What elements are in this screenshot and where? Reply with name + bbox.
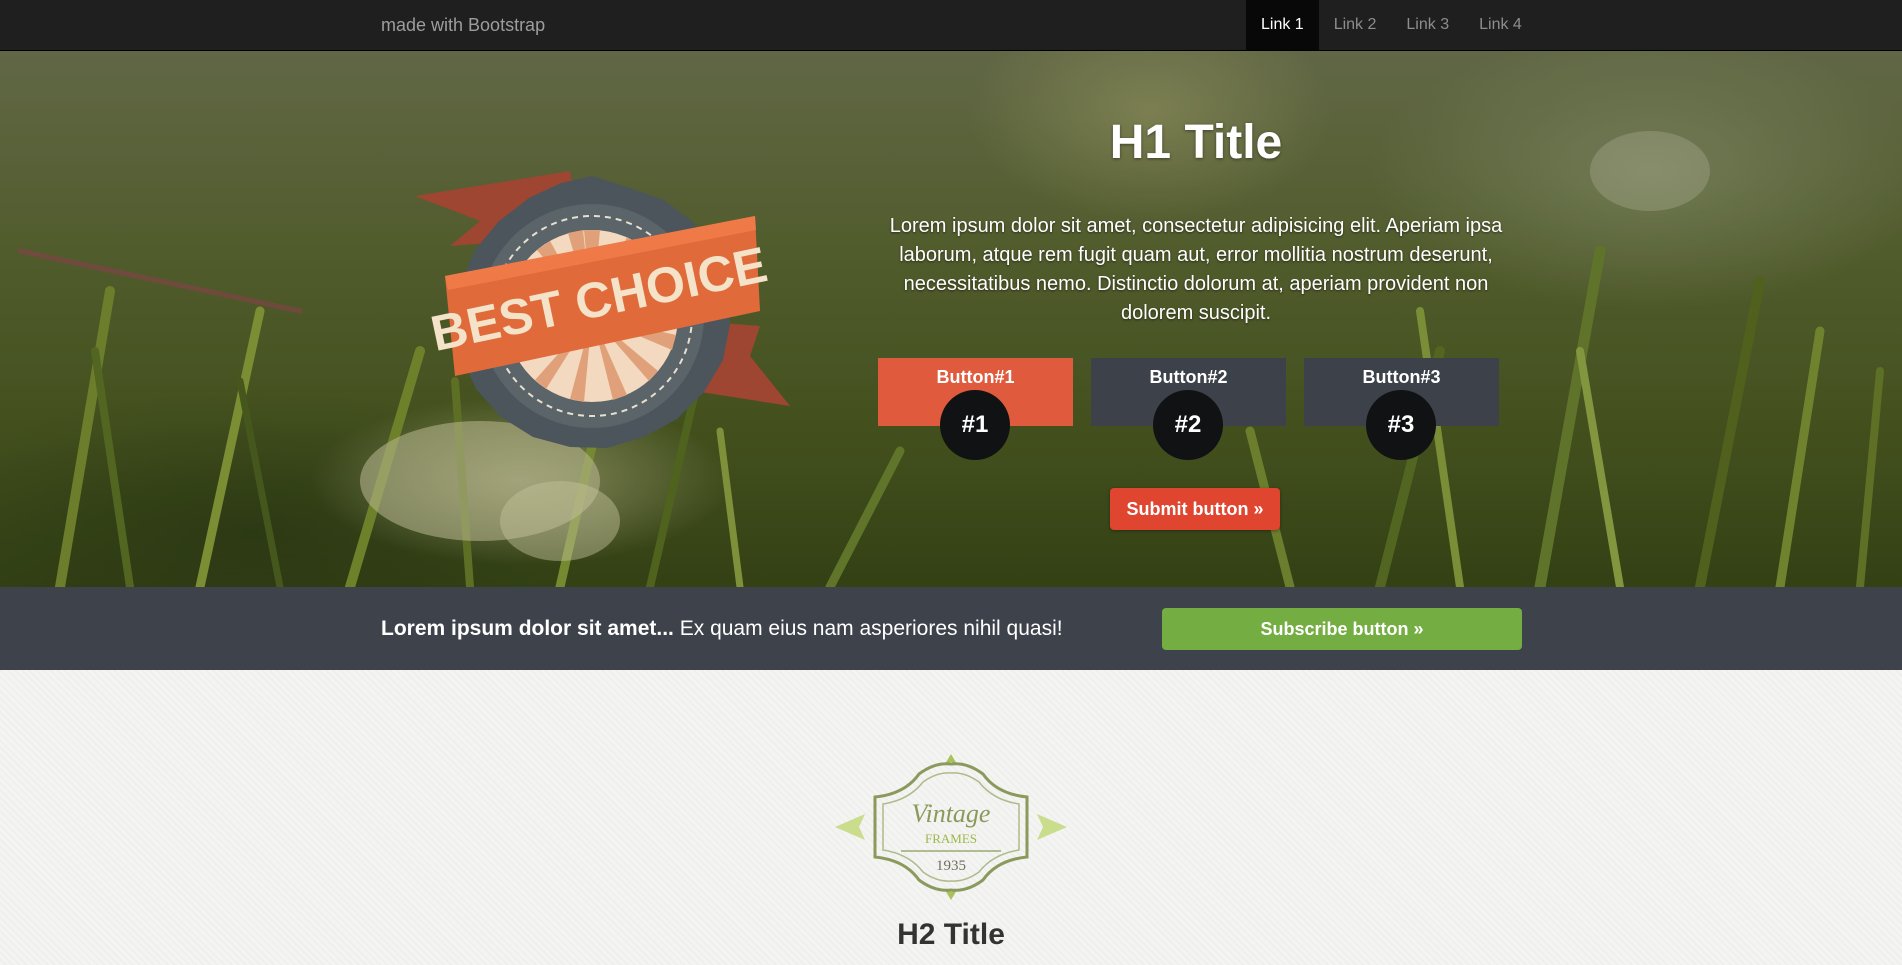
nav-link-2[interactable]: Link 2 bbox=[1319, 0, 1392, 50]
nav-link-4[interactable]: Link 4 bbox=[1464, 0, 1537, 50]
navbar: made with Bootstrap Link 1 Link 2 Link 3… bbox=[0, 0, 1902, 51]
strip-regular-text: Ex quam eius nam asperiores nihil quasi! bbox=[673, 617, 1063, 640]
nav-link-1[interactable]: Link 1 bbox=[1246, 0, 1319, 50]
strip-text: Lorem ipsum dolor sit amet... Ex quam ei… bbox=[381, 587, 1063, 670]
feature-button-1[interactable]: Button#1 #1 bbox=[878, 358, 1073, 460]
hero-title: H1 Title bbox=[1109, 116, 1283, 169]
subscribe-button[interactable]: Subscribe button » bbox=[1162, 608, 1522, 650]
feature-number-2: #2 bbox=[1153, 390, 1223, 460]
section-title: H2 Title bbox=[897, 918, 1005, 951]
content-section: Vintage FRAMES 1935 H2 Title bbox=[0, 670, 1902, 965]
hero-section: BEST CHOICE H1 Title Lorem ipsum dolor s… bbox=[0, 51, 1902, 587]
feature-button-2-label: Button#2 bbox=[1149, 367, 1228, 387]
logo-year: 1935 bbox=[936, 858, 966, 874]
nav-link-3[interactable]: Link 3 bbox=[1391, 0, 1464, 50]
feature-button-3[interactable]: Button#3 #3 bbox=[1304, 358, 1499, 460]
feature-button-2[interactable]: Button#2 #2 bbox=[1091, 358, 1286, 460]
logo-line1: Vintage bbox=[912, 799, 991, 828]
strip-bold-text: Lorem ipsum dolor sit amet... bbox=[381, 617, 674, 640]
subscribe-strip: Lorem ipsum dolor sit amet... Ex quam ei… bbox=[0, 587, 1902, 670]
feature-button-3-label: Button#3 bbox=[1362, 367, 1441, 387]
feature-number-1: #1 bbox=[940, 390, 1010, 460]
feature-button-1-label: Button#1 bbox=[936, 367, 1015, 387]
hero-lead-text: Lorem ipsum dolor sit amet, consectetur … bbox=[889, 215, 1503, 324]
navbar-brand[interactable]: made with Bootstrap bbox=[381, 0, 545, 50]
navbar-links: Link 1 Link 2 Link 3 Link 4 bbox=[1246, 0, 1537, 50]
best-choice-badge-icon: BEST CHOICE bbox=[415, 171, 790, 448]
feature-number-3: #3 bbox=[1366, 390, 1436, 460]
submit-button[interactable]: Submit button » bbox=[1110, 488, 1280, 530]
vintage-frames-logo-icon: Vintage FRAMES 1935 bbox=[835, 754, 1067, 900]
logo-line2: FRAMES bbox=[925, 831, 977, 846]
